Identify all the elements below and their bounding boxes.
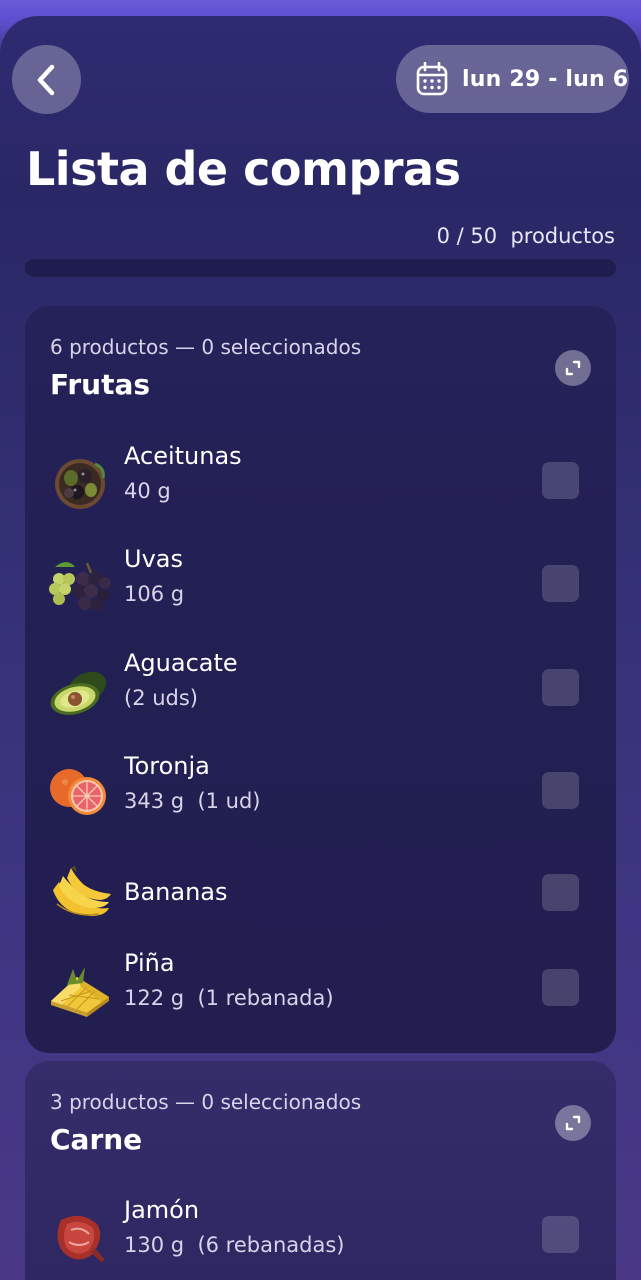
item-checkbox[interactable] (542, 874, 579, 911)
pineapple-icon (51, 967, 109, 1017)
avocado-icon (50, 671, 107, 715)
grapes-icon (49, 562, 111, 611)
item-name: Toronja (124, 752, 210, 780)
progress-count-unit: productos (510, 224, 615, 248)
item-quantity: 343 g (1 ud) (124, 789, 261, 813)
date-range-button[interactable]: lun 29 - lun 6 (396, 45, 629, 113)
category-title: Frutas (50, 368, 151, 401)
item-name: Bananas (124, 878, 228, 906)
chevron-left-icon (37, 64, 54, 95)
progress-bar (25, 259, 616, 277)
item-checkbox[interactable] (542, 565, 579, 602)
list-item[interactable]: Aceitunas 40 g (25, 442, 616, 532)
item-checkbox[interactable] (542, 772, 579, 809)
item-quantity: 130 g (6 rebanadas) (124, 1233, 345, 1257)
bananas-icon (53, 866, 111, 916)
item-name: Aceitunas (124, 442, 242, 470)
back-button[interactable] (12, 45, 81, 114)
category-meta: 6 productos — 0 seleccionados (50, 335, 362, 359)
category-title: Carne (50, 1123, 143, 1156)
item-quantity: 106 g (124, 582, 185, 606)
page-title: Lista de compras (26, 142, 461, 196)
item-name: Jamón (124, 1196, 200, 1224)
item-quantity: 122 g (1 rebanada) (124, 986, 334, 1010)
category-card-frutas: 6 productos — 0 seleccionados Frutas Ace… (25, 306, 616, 1053)
list-item[interactable]: Piña 122 g (1 rebanada) (25, 949, 616, 1039)
item-quantity: (2 uds) (124, 686, 199, 710)
expand-button[interactable] (555, 350, 591, 386)
date-range-label: lun 29 - lun 6 (462, 66, 629, 92)
item-checkbox[interactable] (542, 1216, 579, 1253)
list-item[interactable]: Jamón 130 g (6 rebanadas) (25, 1196, 616, 1280)
progress-count: 0 / 50 productos (437, 224, 615, 248)
item-name: Aguacate (124, 649, 238, 677)
item-checkbox[interactable] (542, 969, 579, 1006)
calendar-icon (416, 62, 448, 96)
item-checkbox[interactable] (542, 669, 579, 706)
category-card-carne: 3 productos — 0 seleccionados Carne Jamó… (25, 1061, 616, 1280)
expand-icon (565, 1115, 581, 1131)
expand-button[interactable] (555, 1105, 591, 1141)
main-sheet: lun 29 - lun 6 Lista de compras 0 / 50 p… (0, 16, 641, 1280)
category-meta: 3 productos — 0 seleccionados (50, 1090, 362, 1114)
item-checkbox[interactable] (542, 462, 579, 499)
progress-count-value: 0 / 50 (436, 224, 498, 248)
item-quantity: 40 g (124, 479, 171, 503)
list-item[interactable]: Toronja 343 g (1 ud) (25, 752, 616, 842)
item-name: Uvas (124, 545, 183, 573)
list-item[interactable]: Bananas (25, 856, 616, 946)
grapefruit-icon (50, 769, 106, 815)
list-item[interactable]: Aguacate (2 uds) (25, 649, 616, 739)
olives-icon (55, 459, 105, 509)
item-name: Piña (124, 949, 175, 977)
list-item[interactable]: Uvas 106 g (25, 545, 616, 635)
expand-icon (565, 360, 581, 376)
ham-icon (57, 1215, 105, 1262)
